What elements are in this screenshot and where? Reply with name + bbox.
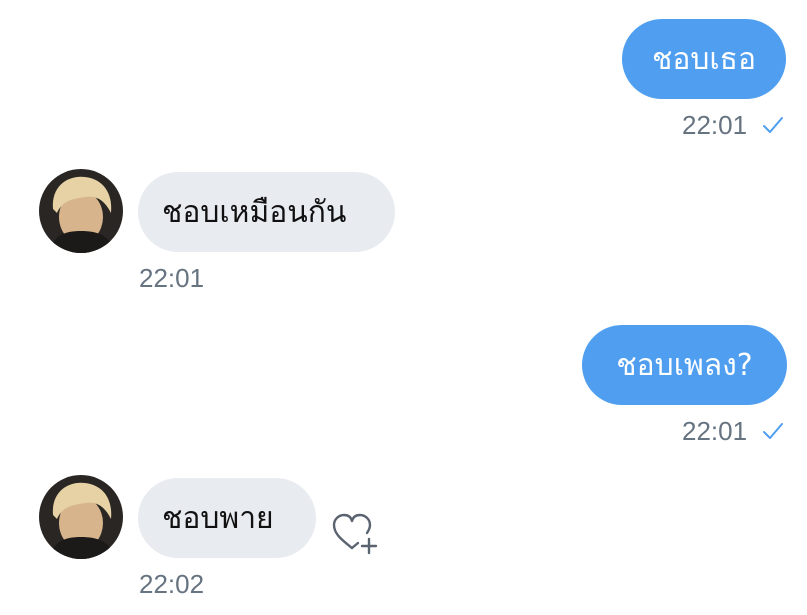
heart-plus-icon[interactable] [332, 512, 380, 556]
avatar[interactable] [39, 475, 123, 559]
message-bubble-incoming[interactable]: ชอบเหมือนกัน [138, 172, 395, 252]
message-text: ชอบพาย [162, 500, 274, 536]
avatar-image [39, 169, 123, 253]
message-timestamp: 22:01 [682, 110, 748, 140]
avatar-image [39, 475, 123, 559]
avatar[interactable] [39, 169, 123, 253]
message-text: ชอบเหมือนกัน [162, 194, 347, 230]
message-bubble-incoming[interactable]: ชอบพาย [138, 478, 316, 558]
message-text: ชอบเพลง? [616, 347, 753, 383]
check-icon [763, 117, 783, 133]
message-bubble-outgoing[interactable]: ชอบเธอ [622, 19, 786, 99]
check-icon [763, 423, 783, 439]
message-text: ชอบเธอ [651, 41, 756, 77]
message-timestamp: 22:01 [682, 416, 748, 446]
message-timestamp: 22:01 [139, 263, 205, 293]
message-bubble-outgoing[interactable]: ชอบเพลง? [582, 325, 787, 405]
message-timestamp: 22:02 [139, 569, 205, 599]
